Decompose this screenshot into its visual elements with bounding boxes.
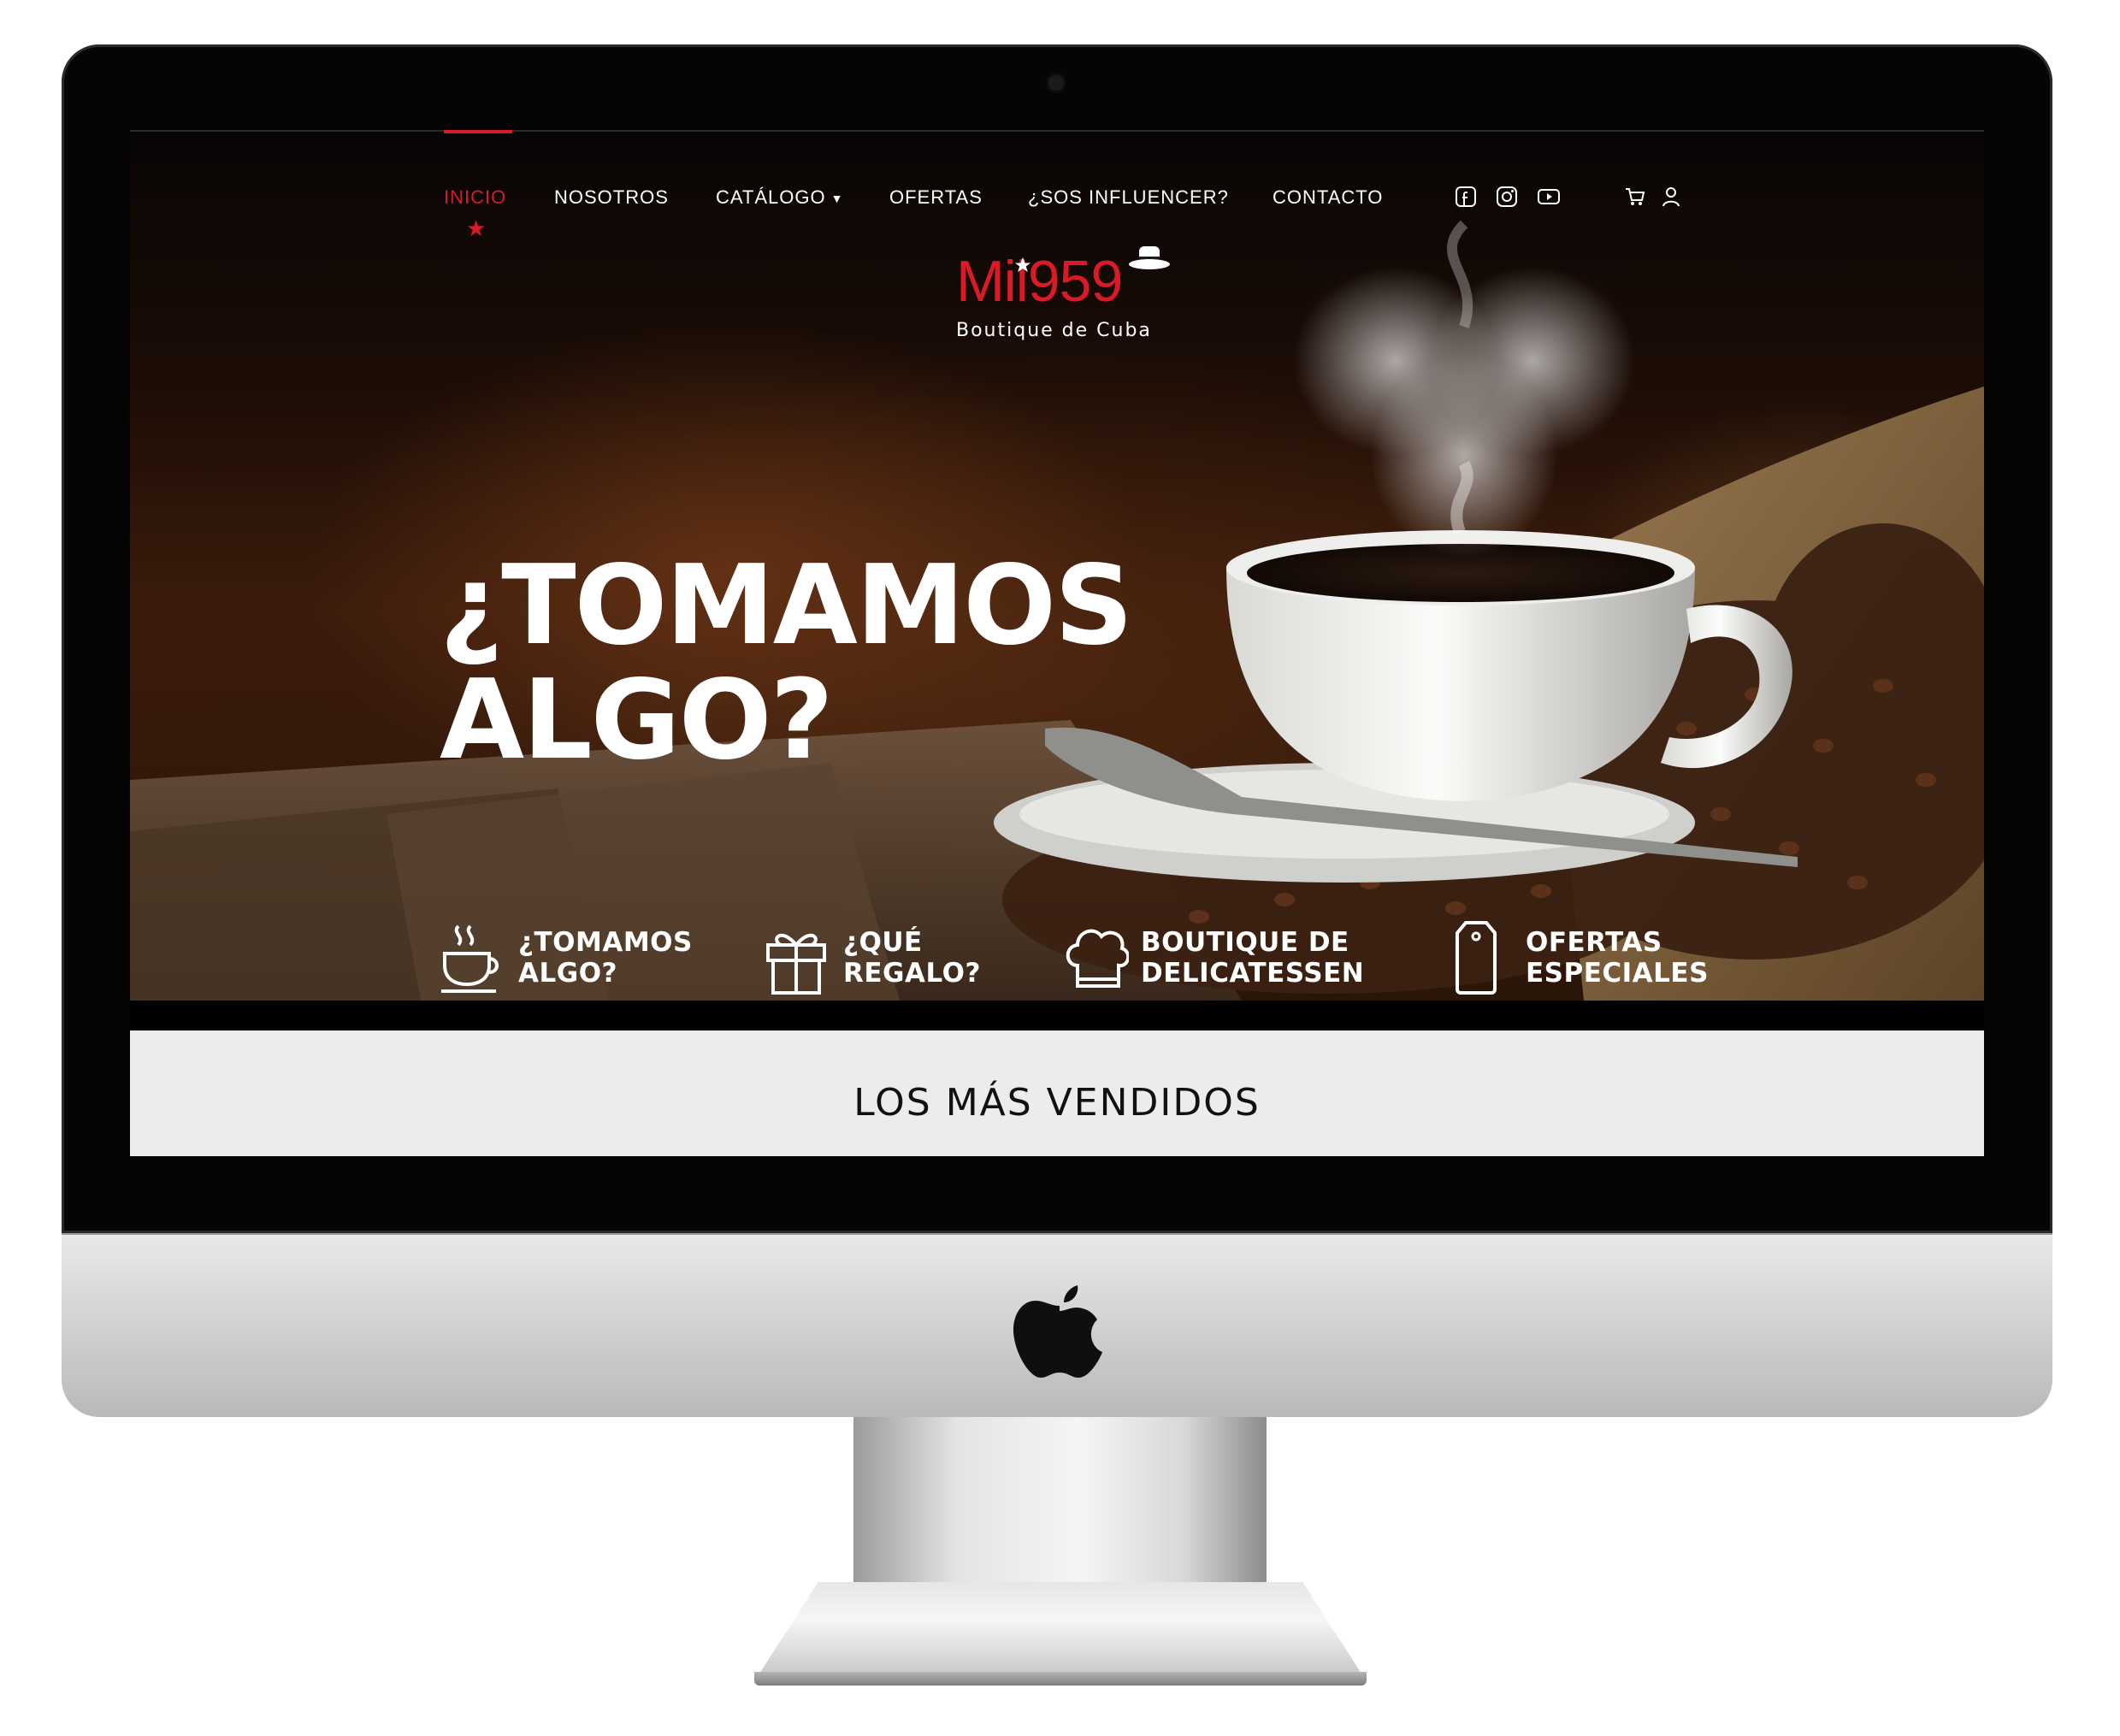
youtube-icon[interactable] [1537, 185, 1561, 209]
instagram-icon[interactable] [1495, 185, 1519, 209]
category-label-line2: ALGO? [518, 958, 618, 989]
category-tomamos-algo[interactable]: ¿TOMAMOS ALGO? [440, 917, 693, 999]
logo-tagline: Boutique de Cuba [956, 320, 1152, 341]
category-label-line2: REGALO? [843, 958, 981, 989]
chevron-down-icon: ▼ [830, 192, 844, 206]
nav-item-contacto[interactable]: CONTACTO [1273, 186, 1383, 209]
category-label-line1: ¿TOMAMOS [518, 927, 693, 958]
monitor-stand-neck [853, 1417, 1267, 1588]
user-icon[interactable] [1659, 185, 1683, 209]
nav-item-ofertas[interactable]: OFERTAS [889, 186, 983, 209]
monitor-stand-base-edge [754, 1672, 1367, 1686]
category-label-line2: ESPECIALES [1526, 958, 1709, 989]
chef-hat-icon [1066, 929, 1129, 988]
nav-item-nosotros[interactable]: NOSOTROS [554, 186, 669, 209]
webcam [1048, 75, 1064, 91]
gift-icon [766, 933, 826, 995]
brand-logo[interactable]: Mil959 Boutique de Cuba [951, 246, 1173, 351]
facebook-icon[interactable] [1454, 185, 1478, 209]
category-label-line2: DELICATESSEN [1141, 958, 1365, 989]
website-screen: INICIO ★ NOSOTROS CATÁLOGO ▼ OFERTAS ¿SOS… [130, 130, 1984, 1156]
category-label-line1: ¿QUÉ [843, 927, 923, 958]
coffee-cup-icon [441, 924, 499, 993]
logo-star-icon [1015, 257, 1030, 272]
hero-headline-line1: ¿TOMAMOS [440, 542, 1133, 670]
logo-wordmark: Mil959 [956, 249, 1123, 314]
imac-mockup: INICIO ★ NOSOTROS CATÁLOGO ▼ OFERTAS ¿SOS… [0, 0, 2120, 1736]
active-star-icon: ★ [466, 216, 487, 241]
nav-item-influencer[interactable]: ¿SOS INFLUENCER? [1028, 186, 1229, 209]
nav-active-indicator [444, 130, 512, 133]
category-label-line1: BOUTIQUE DE [1141, 927, 1349, 958]
category-boutique-delicatessen[interactable]: BOUTIQUE DE DELICATESSEN [1062, 917, 1364, 999]
section-title: LOS MÁS VENDIDOS [853, 1081, 1261, 1125]
apple-logo-icon [1013, 1285, 1102, 1378]
category-que-regalo[interactable]: ¿QUÉ REGALO? [765, 917, 981, 999]
price-tag-icon [1456, 921, 1497, 995]
monitor-stand-foot [758, 1582, 1363, 1676]
category-ofertas-especiales[interactable]: OFERTAS ESPECIALES [1447, 917, 1709, 999]
nav-item-inicio[interactable]: INICIO [444, 186, 506, 209]
hero-banner: INICIO ★ NOSOTROS CATÁLOGO ▼ OFERTAS ¿SOS… [130, 130, 1984, 1001]
hero-headline: ¿TOMAMOS ALGO? [440, 542, 1133, 784]
nav-item-catalogo-label: CATÁLOGO [716, 186, 826, 208]
hero-headline-line2: ALGO? [440, 657, 834, 784]
category-label-line1: OFERTAS [1526, 927, 1662, 958]
cart-icon[interactable] [1623, 185, 1647, 209]
nav-item-catalogo[interactable]: CATÁLOGO ▼ [716, 186, 843, 209]
logo-hat-icon [1129, 246, 1170, 269]
